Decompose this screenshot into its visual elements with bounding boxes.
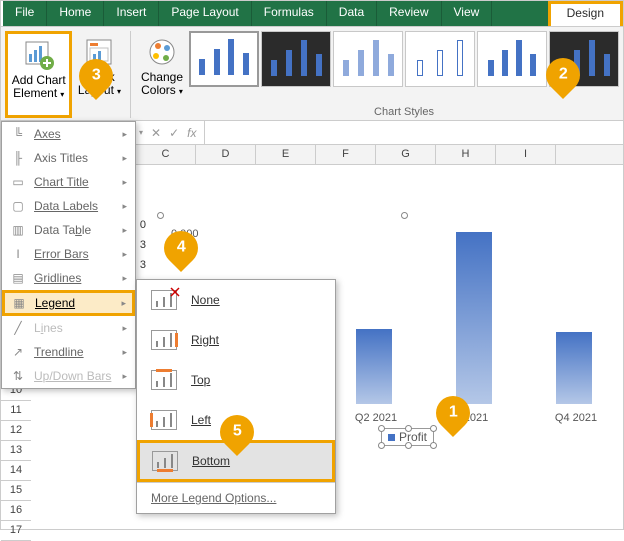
legend-handle[interactable] xyxy=(430,442,437,449)
menu-data-labels[interactable]: ▢Data Labels▸ xyxy=(2,194,135,218)
row-14[interactable]: 14 xyxy=(1,461,31,481)
chart-styles-label: Chart Styles xyxy=(189,104,619,118)
legend-top[interactable]: Top xyxy=(137,360,335,400)
legend-right-icon xyxy=(151,330,177,350)
menu-chart-title[interactable]: ▭Chart Title▸ xyxy=(2,170,135,194)
axis-titles-icon: ╟ xyxy=(10,151,26,165)
tab-insert[interactable]: Insert xyxy=(104,1,159,26)
tab-home[interactable]: Home xyxy=(47,1,104,26)
legend-left-icon xyxy=(151,410,177,430)
legend-more-options[interactable]: More Legend Options... xyxy=(137,482,335,513)
chart-legend[interactable]: Profit xyxy=(381,428,434,446)
col-d[interactable]: D xyxy=(196,145,256,164)
menu-lines: ╱Lines▸ xyxy=(2,316,135,340)
col-c[interactable]: C xyxy=(136,145,196,164)
legend-swatch xyxy=(388,434,395,441)
change-colors-icon xyxy=(145,35,179,69)
menu-axes[interactable]: ╚Axes▸ xyxy=(2,122,135,146)
change-colors-button[interactable]: Change Colors ▾ xyxy=(135,31,189,118)
chart-bar-q4[interactable] xyxy=(556,332,592,404)
legend-top-icon xyxy=(151,370,177,390)
chart-handle[interactable] xyxy=(401,212,408,219)
legend-handle[interactable] xyxy=(405,425,412,432)
col-g[interactable]: G xyxy=(376,145,436,164)
tab-page-layout[interactable]: Page Layout xyxy=(159,1,251,26)
add-chart-element-icon xyxy=(22,38,56,72)
col-f[interactable]: F xyxy=(316,145,376,164)
legend-handle[interactable] xyxy=(378,425,385,432)
menu-updown-bars: ⇅Up/Down Bars▸ xyxy=(2,364,135,388)
col-i[interactable]: I xyxy=(496,145,556,164)
legend-submenu: None Right Top Left Bottom More Legend O… xyxy=(136,279,336,514)
tab-view[interactable]: View xyxy=(442,1,493,26)
chart-xlabel-q4: Q4 2021 xyxy=(536,412,616,424)
row-15[interactable]: 15 xyxy=(1,481,31,501)
ribbon-tabs: File Home Insert Page Layout Formulas Da… xyxy=(1,1,623,27)
legend-handle[interactable] xyxy=(405,442,412,449)
col-h[interactable]: H xyxy=(436,145,496,164)
tab-review[interactable]: Review xyxy=(377,1,441,26)
fb-fx-icon[interactable]: fx xyxy=(187,126,196,140)
axes-icon: ╚ xyxy=(10,127,26,141)
tab-file[interactable]: File xyxy=(3,1,47,26)
add-chart-element-button[interactable]: Add Chart Element ▾ xyxy=(5,31,72,118)
row-17[interactable]: 17 xyxy=(1,521,31,541)
legend-bottom-icon xyxy=(152,451,178,471)
fb-check-icon[interactable]: ✓ xyxy=(169,126,179,140)
cell-b5[interactable]: 0 xyxy=(136,219,146,231)
chart-handle[interactable] xyxy=(157,212,164,219)
cell-b6[interactable]: 3 xyxy=(136,239,146,251)
chart-style-5[interactable] xyxy=(477,31,547,87)
add-chart-element-menu: ╚Axes▸ ╟Axis Titles▸ ▭Chart Title▸ ▢Data… xyxy=(1,121,136,389)
tab-design[interactable]: Design xyxy=(548,1,623,26)
chart-style-3[interactable] xyxy=(333,31,403,87)
legend-right[interactable]: Right xyxy=(137,320,335,360)
menu-trendline[interactable]: ↗Trendline▸ xyxy=(2,340,135,364)
legend-label: Profit xyxy=(399,430,427,444)
tab-data[interactable]: Data xyxy=(327,1,377,26)
row-12[interactable]: 12 xyxy=(1,421,31,441)
menu-axis-titles[interactable]: ╟Axis Titles▸ xyxy=(2,146,135,170)
row-13[interactable]: 13 xyxy=(1,441,31,461)
gridlines-icon: ▤ xyxy=(10,271,26,285)
tab-formulas[interactable]: Formulas xyxy=(252,1,327,26)
chart-xlabel-q2: Q2 2021 xyxy=(336,412,416,424)
trendline-icon: ↗ xyxy=(10,345,26,359)
fb-cancel-icon[interactable]: ✕ xyxy=(151,126,161,140)
add-chart-element-label: Add Chart Element ▾ xyxy=(10,74,67,101)
menu-error-bars[interactable]: IError Bars▸ xyxy=(2,242,135,266)
menu-data-table[interactable]: ▥Data Table▸ xyxy=(2,218,135,242)
error-bars-icon: I xyxy=(10,247,26,261)
legend-icon: ▦ xyxy=(11,296,27,310)
legend-handle[interactable] xyxy=(430,425,437,432)
lines-icon: ╱ xyxy=(10,321,26,335)
menu-gridlines[interactable]: ▤Gridlines▸ xyxy=(2,266,135,290)
menu-legend[interactable]: ▦Legend▸ xyxy=(2,290,135,316)
chart-style-4[interactable] xyxy=(405,31,475,87)
chart-bar-q3[interactable] xyxy=(456,232,492,404)
chart-bar-q2[interactable] xyxy=(356,329,392,404)
change-colors-label: Change Colors ▾ xyxy=(137,71,187,98)
fb-dropdown-icon[interactable]: ▾ xyxy=(139,128,143,137)
legend-none-icon xyxy=(151,290,177,310)
col-e[interactable]: E xyxy=(256,145,316,164)
chart-title-icon: ▭ xyxy=(10,175,26,189)
data-labels-icon: ▢ xyxy=(10,199,26,213)
row-16[interactable]: 16 xyxy=(1,501,31,521)
data-table-icon: ▥ xyxy=(10,223,26,237)
chart-style-1[interactable] xyxy=(189,31,259,87)
legend-handle[interactable] xyxy=(378,442,385,449)
updown-icon: ⇅ xyxy=(10,369,26,383)
chart-style-2[interactable] xyxy=(261,31,331,87)
row-11[interactable]: 11 xyxy=(1,401,31,421)
cell-b7[interactable]: 3 xyxy=(136,259,146,271)
legend-none[interactable]: None xyxy=(137,280,335,320)
